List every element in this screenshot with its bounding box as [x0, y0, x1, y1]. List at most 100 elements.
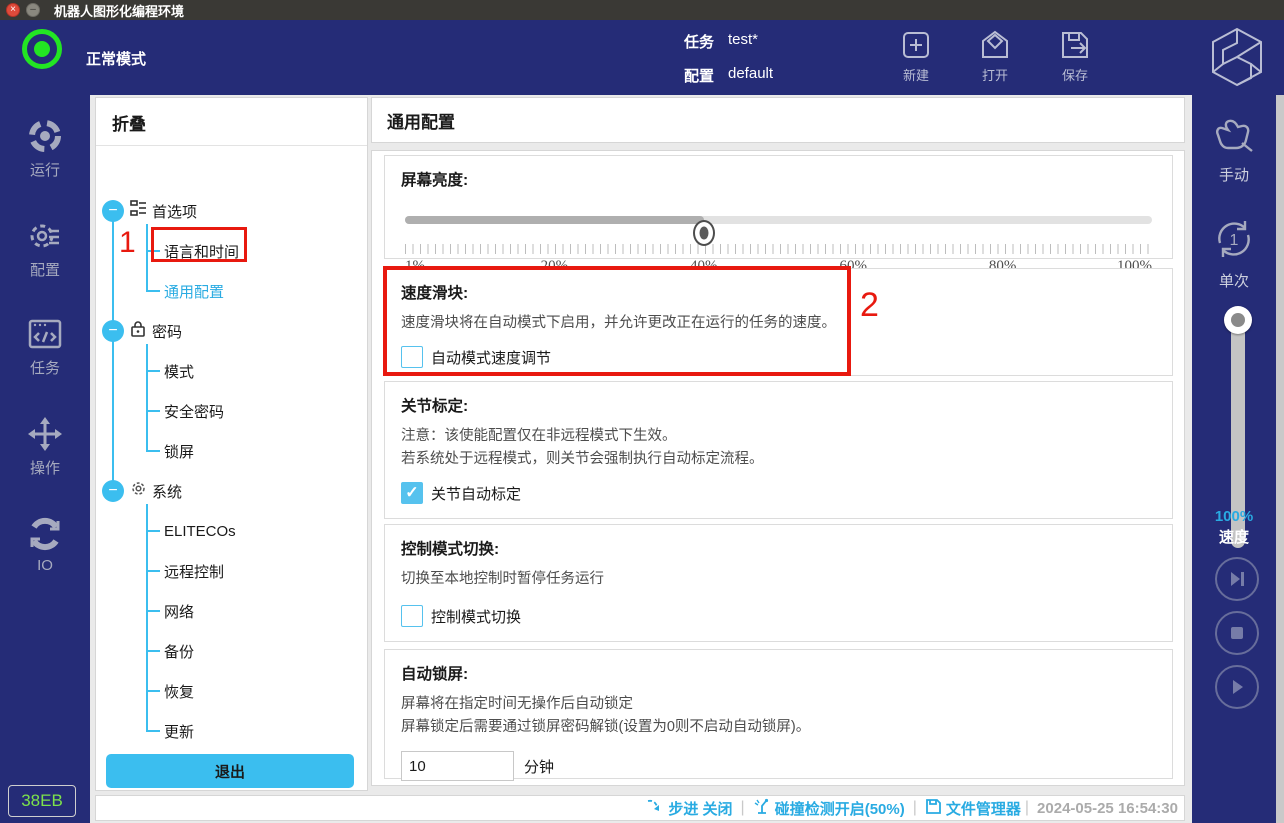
open-file-icon: [963, 28, 1027, 62]
new-button[interactable]: 新建: [884, 28, 948, 84]
svg-text:1: 1: [1230, 232, 1239, 249]
window-titlebar: × – 机器人图形化编程环境: [0, 0, 1284, 20]
tree-item-restore[interactable]: 恢复: [164, 681, 194, 702]
tree-item-update[interactable]: 更新: [164, 721, 194, 742]
app-window: × – 机器人图形化编程环境 正常模式 任务 test* 配置 default: [0, 0, 1284, 823]
section-speed-slider: 速度滑块: 速度滑块将在自动模式下启用，并允许更改正在运行的任务的速度。 自动模…: [384, 268, 1173, 376]
speed-slider-handle[interactable]: [1224, 306, 1252, 334]
brightness-title: 屏幕亮度:: [401, 168, 1156, 190]
section-joint-calibration: 关节标定: 注意：该使能配置仅在非远程模式下生效。 若系统处于远程模式，则关节会…: [384, 381, 1173, 519]
brightness-slider-handle[interactable]: [693, 220, 715, 246]
nav-item-run[interactable]: 运行: [0, 117, 90, 180]
task-config-info: 任务 test* 配置 default: [684, 31, 773, 99]
new-file-icon: [884, 28, 948, 62]
mode-status-icon: [22, 29, 62, 69]
step-status-label: 步进 关闭: [668, 798, 732, 819]
tree-item-preferences[interactable]: 首选项: [152, 201, 197, 222]
single-run-button[interactable]: 1 单次: [1192, 217, 1276, 291]
collapse-node-icon[interactable]: −: [102, 200, 124, 222]
brightness-slider-track[interactable]: [405, 216, 1152, 224]
tree-item-password[interactable]: 密码: [152, 321, 182, 342]
file-manager-button[interactable]: 文件管理器: [925, 798, 1021, 819]
task-label: 任务: [684, 31, 728, 52]
tree-item-safety-password[interactable]: 安全密码: [164, 401, 224, 422]
collision-detect-icon: [753, 797, 775, 819]
play-button[interactable]: [1215, 665, 1259, 709]
lock-minutes-unit: 分钟: [524, 756, 554, 777]
nav-item-task[interactable]: 任务: [0, 315, 90, 378]
config-value: default: [728, 65, 773, 86]
step-next-button[interactable]: [1215, 557, 1259, 601]
nav-item-config[interactable]: 配置: [0, 217, 90, 280]
auto-mode-speed-checkbox[interactable]: [401, 346, 423, 368]
collapse-node-icon[interactable]: −: [102, 320, 124, 342]
status-separator: |: [741, 799, 745, 817]
window-minimize-icon[interactable]: –: [26, 3, 40, 17]
collision-status[interactable]: 碰撞检测开启(50%): [753, 797, 905, 819]
brand-logo-icon: [1208, 26, 1266, 93]
tree-item-elitecos[interactable]: ELITECOs: [164, 523, 236, 540]
brightness-slider-fill: [405, 216, 704, 224]
tree-item-lock-screen[interactable]: 锁屏: [164, 441, 194, 462]
tree-collapse-title[interactable]: 折叠: [96, 98, 367, 146]
open-button[interactable]: 打开: [963, 28, 1027, 84]
brightness-slider: [401, 206, 1156, 234]
auto-lock-title: 自动锁屏:: [401, 662, 1156, 684]
status-bar: 步进 关闭 | 碰撞检测开启(50%) | 文件管理器 |: [95, 795, 1185, 821]
file-manager-icon: [925, 798, 946, 819]
status-separator: |: [1025, 799, 1029, 817]
new-button-label: 新建: [884, 65, 948, 84]
lock-minutes-input[interactable]: [401, 751, 514, 781]
joint-auto-calibration-checkbox[interactable]: [401, 482, 423, 504]
status-timestamp: 2024-05-25 16:54:30: [1037, 800, 1178, 817]
joint-calibration-note2: 若系统处于远程模式，则关节会强制执行自动标定流程。: [401, 448, 1156, 471]
exit-button[interactable]: 退出: [106, 754, 354, 788]
tree-item-language-time[interactable]: 语言和时间: [164, 241, 239, 262]
nav-item-operate[interactable]: 操作: [0, 415, 90, 478]
task-value: test*: [728, 31, 758, 52]
tree-item-system[interactable]: 系统: [152, 481, 182, 502]
tree-item-mode[interactable]: 模式: [164, 361, 194, 382]
speed-percent-value: 100%: [1192, 508, 1276, 525]
open-button-label: 打开: [963, 65, 1027, 84]
nav-run-label: 运行: [0, 159, 90, 180]
save-button-label: 保存: [1043, 65, 1107, 84]
config-label: 配置: [684, 65, 728, 86]
control-mode-title: 控制模式切换:: [401, 537, 1156, 559]
nav-operate-label: 操作: [0, 457, 90, 478]
nav-item-io[interactable]: IO: [0, 515, 90, 574]
speed-slider-title: 速度滑块:: [401, 281, 1156, 303]
section-control-mode: 控制模式切换: 切换至本地控制时暂停任务运行 控制模式切换: [384, 524, 1173, 642]
status-separator: |: [913, 799, 917, 817]
step-status[interactable]: 步进 关闭: [646, 798, 732, 819]
tree-item-backup[interactable]: 备份: [164, 641, 194, 662]
code-window-icon: [0, 315, 90, 353]
scrollbar-strip[interactable]: [1276, 95, 1284, 823]
tree-item-general-config[interactable]: 通用配置: [164, 281, 224, 302]
collapse-node-icon[interactable]: −: [102, 480, 124, 502]
brightness-tick-marks: [405, 244, 1152, 254]
manual-mode-button[interactable]: 手动: [1192, 115, 1276, 185]
window-close-icon[interactable]: ×: [6, 3, 20, 17]
control-mode-checkbox[interactable]: [401, 605, 423, 627]
tree-item-network[interactable]: 网络: [164, 601, 194, 622]
control-mode-checkbox-label: 控制模式切换: [431, 606, 521, 627]
nav-task-label: 任务: [0, 357, 90, 378]
left-nav-rail: 运行 配置: [0, 95, 90, 823]
section-screen-brightness: 屏幕亮度: 1% 20% 40% 60% 80% 100%: [384, 155, 1173, 259]
tree-item-remote-control[interactable]: 远程控制: [164, 561, 224, 582]
io-cycle-icon: [0, 515, 90, 553]
single-cycle-icon: 1: [1212, 248, 1256, 265]
general-config-panel: 屏幕亮度: 1% 20% 40% 60% 80% 100% 速度滑块: 速度滑块…: [371, 150, 1185, 786]
main-title-card: 通用配置: [371, 97, 1185, 143]
single-run-label: 单次: [1192, 270, 1276, 291]
joint-calibration-title: 关节标定:: [401, 394, 1156, 416]
stop-button[interactable]: [1215, 611, 1259, 655]
nav-config-label: 配置: [0, 259, 90, 280]
move-arrows-icon: [0, 415, 90, 453]
control-mode-description: 切换至本地控制时暂停任务运行: [401, 568, 1156, 591]
section-auto-lock: 自动锁屏: 屏幕将在指定时间无操作后自动锁定 屏幕锁定后需要通过锁屏密码解锁(设…: [384, 649, 1173, 779]
save-button[interactable]: 保存: [1043, 28, 1107, 84]
save-icon: [1043, 28, 1107, 62]
app-header: 正常模式 任务 test* 配置 default 新建: [0, 20, 1284, 95]
